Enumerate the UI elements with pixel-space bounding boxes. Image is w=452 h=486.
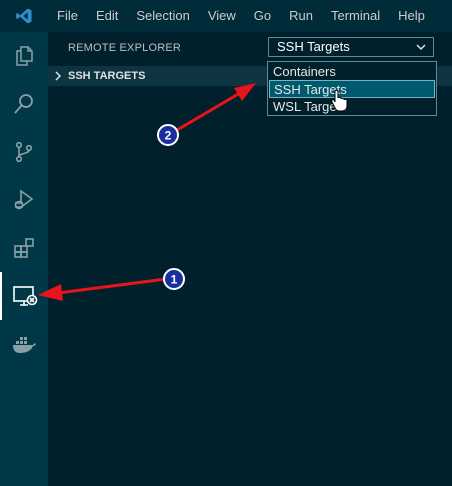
- menu-view[interactable]: View: [199, 0, 245, 32]
- option-ssh-targets[interactable]: SSH Targets: [269, 80, 435, 98]
- option-wsl-targets[interactable]: WSL Targets: [269, 98, 435, 116]
- panel-title: REMOTE EXPLORER: [68, 42, 182, 54]
- menu-selection[interactable]: Selection: [127, 0, 198, 32]
- run-debug-icon[interactable]: [0, 176, 48, 224]
- chevron-down-icon: [416, 44, 426, 51]
- search-icon[interactable]: [0, 80, 48, 128]
- menu-run[interactable]: Run: [280, 0, 322, 32]
- menu-file[interactable]: File: [48, 0, 87, 32]
- menu-edit[interactable]: Edit: [87, 0, 127, 32]
- menu-terminal[interactable]: Terminal: [322, 0, 389, 32]
- section-label: SSH TARGETS: [68, 70, 146, 82]
- remote-explorer-icon[interactable]: [0, 272, 48, 320]
- vscode-logo-icon: [0, 0, 48, 32]
- docker-icon[interactable]: [0, 320, 48, 368]
- menu-go[interactable]: Go: [245, 0, 280, 32]
- menu-bar: File Edit Selection View Go Run Terminal…: [0, 0, 452, 32]
- target-type-select[interactable]: SSH Targets: [268, 37, 434, 57]
- activity-bar: [0, 32, 48, 486]
- extensions-icon[interactable]: [0, 224, 48, 272]
- menu-help[interactable]: Help: [389, 0, 434, 32]
- source-control-icon[interactable]: [0, 128, 48, 176]
- target-type-dropdown: Containers SSH Targets WSL Targets: [267, 61, 437, 116]
- explorer-icon[interactable]: [0, 32, 48, 80]
- select-value: SSH Targets: [277, 39, 350, 54]
- option-containers[interactable]: Containers: [269, 63, 435, 81]
- chevron-right-icon: [55, 71, 62, 81]
